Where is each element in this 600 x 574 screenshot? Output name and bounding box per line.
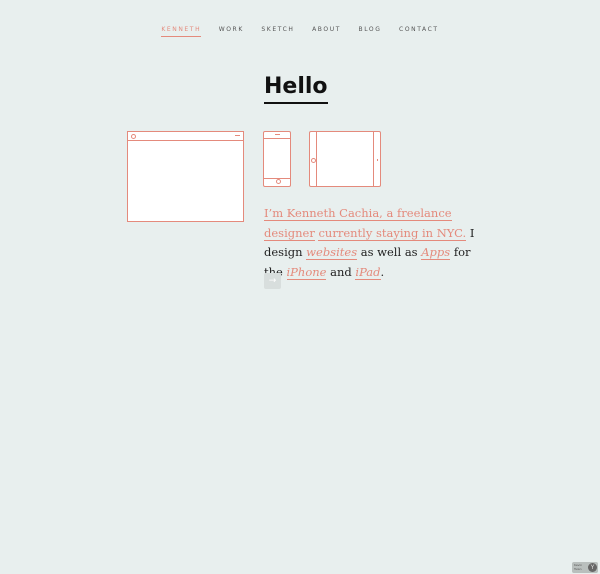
intro-text-part: and bbox=[326, 264, 356, 279]
phone-home-button bbox=[276, 179, 281, 184]
tablet-camera bbox=[377, 159, 378, 161]
phone-screen bbox=[264, 138, 290, 179]
badge-text: Kevin Tsian bbox=[574, 563, 583, 571]
websites-link[interactable]: websites bbox=[306, 245, 358, 260]
ipad-link[interactable]: iPad bbox=[355, 264, 381, 280]
tablet-sketch-icon bbox=[309, 131, 381, 187]
intro-text: I’m Kenneth Cachia, a freelance designer… bbox=[264, 204, 479, 282]
apps-link[interactable]: Apps bbox=[421, 245, 451, 260]
iphone-link[interactable]: iPhone bbox=[286, 264, 327, 280]
intro-location: currently staying in NYC. bbox=[318, 225, 467, 241]
nav-item-sketch[interactable]: SKETCH bbox=[261, 26, 294, 36]
browser-button bbox=[235, 135, 240, 137]
phone-sketch-icon bbox=[263, 131, 291, 187]
main-nav: KENNETH WORK SKETCH ABOUT BLOG CONTACT bbox=[0, 26, 600, 37]
browser-toolbar bbox=[128, 140, 243, 141]
browser-sketch-icon bbox=[127, 131, 244, 222]
nav-item-contact[interactable]: CONTACT bbox=[399, 26, 439, 36]
page-title: Hello bbox=[264, 74, 328, 104]
nav-item-about[interactable]: ABOUT bbox=[312, 26, 341, 36]
nav-item-kenneth[interactable]: KENNETH bbox=[161, 26, 202, 37]
next-button[interactable]: → bbox=[264, 273, 281, 289]
intro-text-part: as well as bbox=[357, 245, 422, 259]
nav-item-blog[interactable]: BLOG bbox=[358, 26, 381, 36]
arrow-right-icon: → bbox=[268, 276, 277, 286]
tablet-screen bbox=[316, 132, 374, 186]
nav-item-work[interactable]: WORK bbox=[219, 26, 244, 36]
browser-dot bbox=[131, 134, 136, 139]
intro-text-part: . bbox=[380, 264, 385, 279]
corner-badge[interactable]: Kevin Tsian Y bbox=[572, 562, 598, 573]
tablet-home-button bbox=[311, 158, 316, 163]
badge-logo-icon: Y bbox=[588, 563, 597, 572]
phone-speaker bbox=[275, 134, 280, 135]
